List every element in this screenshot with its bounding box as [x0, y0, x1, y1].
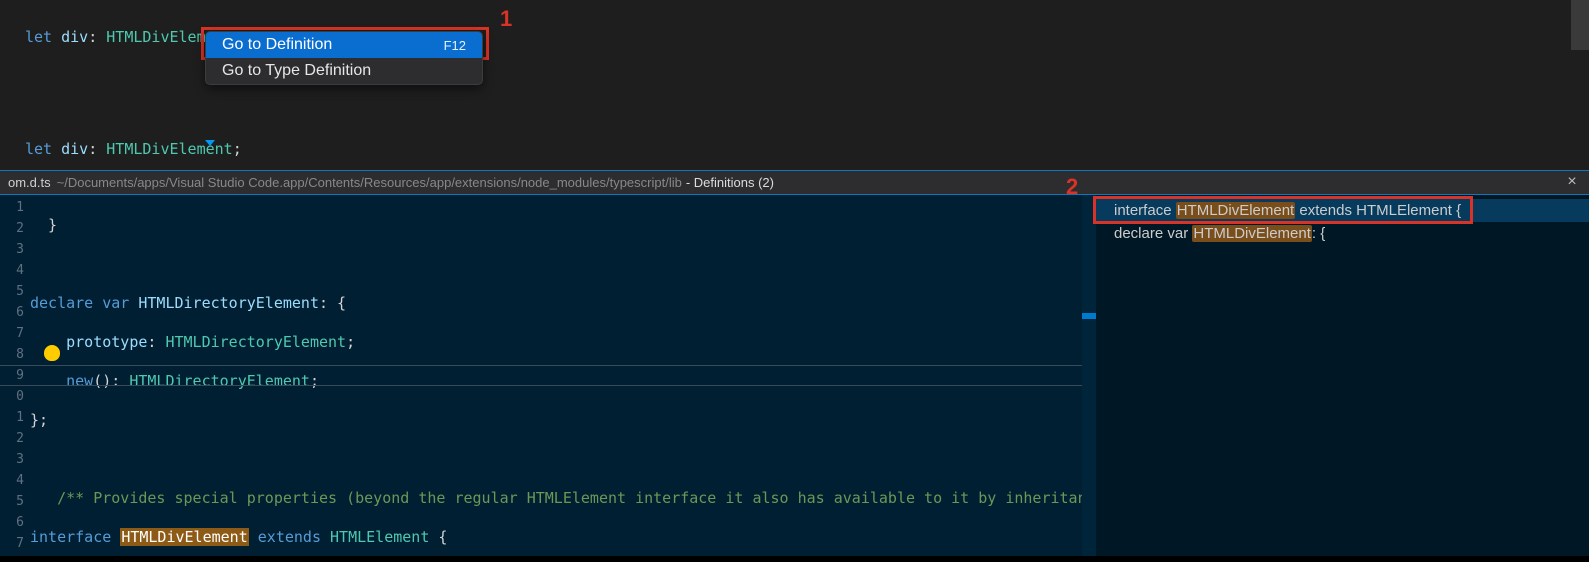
line-number: 5: [0, 491, 30, 512]
overview-mark: [1082, 313, 1096, 319]
punct: :: [88, 140, 106, 158]
editor-top: let div: HTMLDivElem Go to Definition F1…: [0, 0, 1589, 136]
reference-item[interactable]: interface HTMLDivElement extends HTMLEle…: [1096, 199, 1589, 222]
line-number: 4: [0, 260, 30, 281]
identifier: div: [52, 28, 88, 46]
peek-editor[interactable]: 1 2 3 4 5 6 7 8 9 0 1 2 3 4 5 6 7 } decl…: [0, 195, 1096, 556]
keyword-let: let: [25, 28, 52, 46]
lightbulb-icon[interactable]: [44, 345, 60, 361]
peek-definitions-panel: om.d.ts ~/Documents/apps/Visual Studio C…: [0, 170, 1589, 556]
peek-filepath: ~/Documents/apps/Visual Studio Code.app/…: [57, 175, 682, 190]
type-name: HTMLDivElem: [106, 28, 205, 46]
line-number: 5: [0, 281, 30, 302]
type-name: HTMLDivElement: [106, 140, 232, 158]
overview-ruler[interactable]: [1082, 195, 1096, 556]
line-number: 8: [0, 344, 30, 365]
keyword-let: let: [25, 140, 52, 158]
context-menu: Go to Definition F12 Go to Type Definiti…: [205, 31, 483, 85]
line-number: 3: [0, 449, 30, 470]
peek-header: om.d.ts ~/Documents/apps/Visual Studio C…: [0, 171, 1589, 195]
peek-title: - Definitions (2): [686, 175, 774, 190]
annotation-label-1: 1: [500, 6, 512, 32]
ref-highlight: HTMLDivElement: [1176, 202, 1296, 219]
punct: ;: [233, 140, 242, 158]
peek-references-list: interface HTMLDivElement extends HTMLEle…: [1096, 195, 1589, 556]
line-number: 1: [0, 197, 30, 218]
menu-label: Go to Definition: [222, 36, 332, 54]
line-number: 2: [0, 218, 30, 239]
line-number: 4: [0, 470, 30, 491]
ref-highlight: HTMLDivElement: [1192, 225, 1312, 242]
bottom-border: [0, 556, 1589, 562]
peek-code: } declare var HTMLDirectoryElement: { pr…: [30, 195, 1082, 556]
peek-body: 1 2 3 4 5 6 7 8 9 0 1 2 3 4 5 6 7 } decl…: [0, 195, 1589, 556]
peek-filename: om.d.ts: [8, 175, 51, 190]
ref-text: : {: [1312, 225, 1325, 242]
reference-item[interactable]: declare var HTMLDivElement: {: [1096, 222, 1589, 245]
line-number: 6: [0, 302, 30, 323]
ref-text: interface: [1114, 202, 1176, 219]
scrollbar-thumb[interactable]: [1571, 0, 1589, 50]
matched-symbol: HTMLDivElement: [120, 528, 248, 546]
menu-item-go-to-type-definition[interactable]: Go to Type Definition: [206, 58, 482, 84]
line-gutter: 1 2 3 4 5 6 7 8 9 0 1 2 3 4 5 6 7: [0, 195, 30, 556]
menu-item-go-to-definition[interactable]: Go to Definition F12: [206, 32, 482, 58]
line-number: 0: [0, 386, 30, 407]
ref-text: declare var: [1114, 225, 1192, 242]
identifier: div: [52, 140, 88, 158]
line-number: 1: [0, 407, 30, 428]
ref-text: extends HTMLElement {: [1295, 202, 1461, 219]
menu-shortcut: F12: [444, 38, 466, 53]
line-number: 2: [0, 428, 30, 449]
line-number: 3: [0, 239, 30, 260]
annotation-label-2: 2: [1066, 174, 1078, 200]
line-number: 7: [0, 533, 30, 554]
close-icon[interactable]: ×: [1563, 173, 1581, 191]
line-number: 6: [0, 512, 30, 533]
line-number: 7: [0, 323, 30, 344]
line-number: 9: [0, 365, 30, 386]
punct: :: [88, 28, 106, 46]
menu-label: Go to Type Definition: [222, 62, 371, 80]
